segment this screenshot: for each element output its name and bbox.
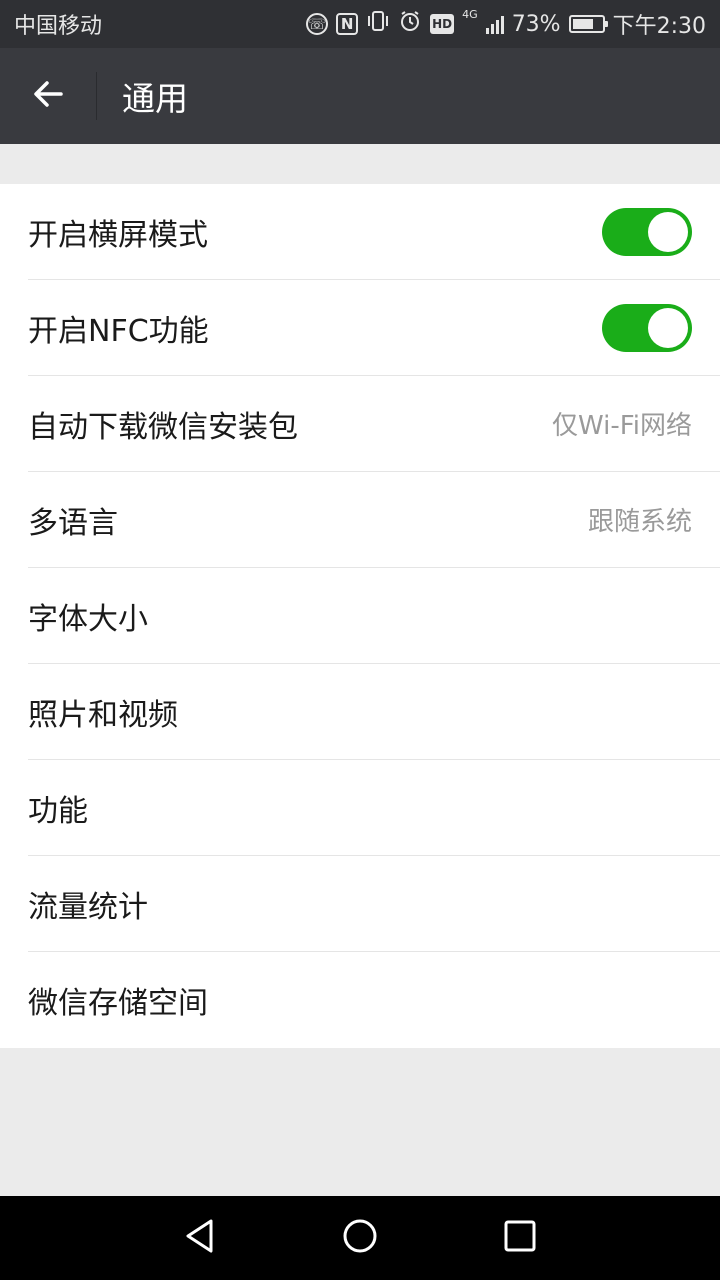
recents-square-icon [503, 1219, 537, 1257]
home-circle-icon [342, 1218, 378, 1258]
setting-data-usage[interactable]: 流量统计 [28, 856, 720, 952]
status-bar: 中国移动 ☏ N HD 4G 73% 下午2:30 [0, 0, 720, 48]
setting-photos-videos[interactable]: 照片和视频 [28, 664, 720, 760]
setting-language[interactable]: 多语言 跟随系统 [28, 472, 720, 568]
back-button[interactable] [0, 48, 96, 144]
vibrate-icon [366, 10, 390, 38]
toggle-knob [648, 211, 688, 252]
setting-font-size[interactable]: 字体大小 [28, 568, 720, 664]
setting-storage[interactable]: 微信存储空间 [28, 952, 720, 1048]
page-title: 通用 [122, 79, 188, 118]
nfc-icon: N [336, 13, 359, 35]
nfc-toggle[interactable] [602, 303, 692, 352]
clock: 下午2:30 [612, 14, 706, 39]
hd-call-icon: ☏ [306, 13, 329, 35]
setting-label: 功能 [28, 793, 88, 829]
setting-label: 多语言 [28, 505, 118, 541]
setting-features[interactable]: 功能 [28, 760, 720, 856]
setting-label: 照片和视频 [28, 697, 178, 733]
setting-label: 流量统计 [28, 889, 148, 925]
setting-label: 自动下载微信安装包 [28, 409, 298, 445]
settings-list: 开启横屏模式 开启NFC功能 自动下载微信安装包 仅Wi-Fi网络 多语言 跟随… [0, 184, 720, 1048]
signal-icon [485, 14, 504, 34]
network-4g-icon: 4G [462, 8, 478, 21]
landscape-toggle[interactable] [602, 207, 692, 256]
setting-auto-download[interactable]: 自动下载微信安装包 仅Wi-Fi网络 [28, 376, 720, 472]
battery-icon [568, 15, 608, 33]
alarm-icon [398, 9, 422, 39]
nav-home-button[interactable] [320, 1196, 400, 1280]
toggle-knob [648, 307, 688, 348]
carrier-name: 中国移动 [14, 14, 103, 39]
nav-back-button[interactable] [160, 1196, 240, 1280]
hd-icon: HD [430, 14, 455, 34]
setting-value: 仅Wi-Fi网络 [551, 411, 692, 441]
setting-nfc[interactable]: 开启NFC功能 [28, 280, 720, 376]
setting-value: 跟随系统 [587, 507, 692, 537]
battery-level [572, 19, 594, 29]
setting-label: 开启NFC功能 [28, 313, 209, 349]
setting-landscape-mode[interactable]: 开启横屏模式 [28, 184, 720, 280]
app-bar-divider [96, 72, 97, 120]
back-triangle-icon [183, 1218, 217, 1258]
battery-percent: 73% [511, 11, 561, 37]
setting-label: 开启横屏模式 [28, 217, 208, 253]
setting-label: 微信存储空间 [28, 986, 208, 1021]
arrow-left-icon [30, 76, 66, 116]
app-bar: 通用 [0, 48, 720, 144]
system-nav-bar [0, 1196, 720, 1280]
nav-recents-button[interactable] [480, 1196, 560, 1280]
status-icons: ☏ N HD 4G 73% 下午2:30 [306, 8, 706, 40]
setting-label: 字体大小 [28, 601, 148, 637]
